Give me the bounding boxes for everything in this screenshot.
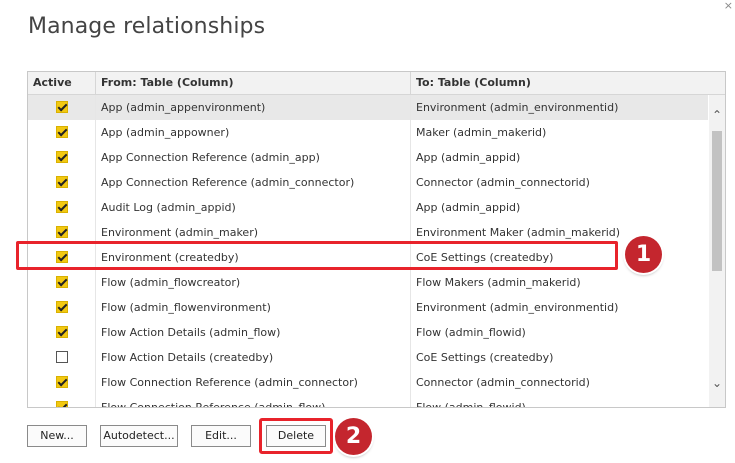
from-cell: Flow Connection Reference (admin_flow) — [96, 395, 411, 407]
table-row[interactable]: Flow (admin_flowenvironment) Environment … — [28, 295, 708, 320]
new-button[interactable]: New... — [27, 425, 87, 447]
from-cell: Flow (admin_flowenvironment) — [96, 295, 411, 320]
from-cell: Flow Action Details (admin_flow) — [96, 320, 411, 345]
from-cell: App (admin_appowner) — [96, 120, 411, 145]
active-cell — [28, 320, 96, 345]
active-cell — [28, 145, 96, 170]
from-cell: Flow Connection Reference (admin_connect… — [96, 370, 411, 395]
step-2-badge: 2 — [335, 418, 372, 455]
delete-highlight-annotation — [259, 418, 333, 454]
column-header-from[interactable]: From: Table (Column) — [96, 72, 411, 94]
active-cell — [28, 120, 96, 145]
to-cell: Connector (admin_connectorid) — [416, 376, 590, 389]
to-cell: Environment (admin_environmentid) — [416, 101, 619, 114]
to-cell: App (admin_appid) — [416, 201, 521, 214]
from-cell: Flow (admin_flowcreator) — [96, 270, 411, 295]
active-cell — [28, 95, 96, 120]
checkbox-checked[interactable] — [56, 201, 68, 213]
table-header: Active From: Table (Column) To: Table (C… — [28, 72, 725, 95]
table-row[interactable]: App (admin_appenvironment) Environment (a… — [28, 95, 708, 120]
table-row[interactable]: App Connection Reference (admin_connecto… — [28, 170, 708, 195]
checkbox-checked[interactable] — [56, 226, 68, 238]
to-cell: Connector (admin_connectorid) — [416, 176, 590, 189]
edit-button[interactable]: Edit... — [191, 425, 251, 447]
table-row[interactable]: App (admin_appowner) Maker (admin_makerid… — [28, 120, 708, 145]
table-row[interactable]: Flow (admin_flowcreator) Flow Makers (adm… — [28, 270, 708, 295]
relationships-table: Active From: Table (Column) To: Table (C… — [27, 71, 726, 408]
column-header-to[interactable]: To: Table (Column) — [411, 72, 708, 94]
active-cell — [28, 395, 96, 407]
table-row[interactable]: Flow Connection Reference (admin_connect… — [28, 370, 708, 395]
active-cell — [28, 270, 96, 295]
to-cell: Maker (admin_makerid) — [416, 126, 547, 139]
to-cell: Flow (admin_flowid) — [416, 401, 526, 408]
autodetect-button[interactable]: Autodetect... — [100, 425, 178, 447]
vertical-scrollbar[interactable]: ⌃ ⌄ — [709, 95, 725, 407]
column-header-active[interactable]: Active — [28, 72, 96, 94]
to-cell: Flow (admin_flowid) — [416, 326, 526, 339]
active-cell — [28, 345, 96, 370]
highlight-row-annotation — [16, 241, 618, 270]
scroll-down-icon[interactable]: ⌄ — [709, 375, 725, 391]
to-cell: App (admin_appid) — [416, 151, 521, 164]
table-row[interactable]: App Connection Reference (admin_app) App … — [28, 145, 708, 170]
scroll-up-icon[interactable]: ⌃ — [709, 107, 725, 123]
table-row[interactable]: Flow Connection Reference (admin_flow) Fl… — [28, 395, 708, 408]
to-cell: Flow Makers (admin_makerid) — [416, 276, 581, 289]
checkbox-checked[interactable] — [56, 301, 68, 313]
checkbox-checked[interactable] — [56, 376, 68, 388]
step-1-badge: 1 — [625, 236, 662, 273]
active-cell — [28, 295, 96, 320]
checkbox-checked[interactable] — [56, 401, 68, 407]
close-icon[interactable]: × — [724, 0, 733, 12]
scrollbar-thumb[interactable] — [712, 131, 722, 271]
from-cell: App (admin_appenvironment) — [96, 95, 411, 120]
table-row[interactable]: Flow Action Details (admin_flow) Flow (ad… — [28, 320, 708, 345]
from-cell: App Connection Reference (admin_connecto… — [96, 170, 411, 195]
checkbox-checked[interactable] — [56, 326, 68, 338]
dialog-title: Manage relationships — [28, 14, 266, 39]
from-cell: Audit Log (admin_appid) — [96, 195, 411, 220]
checkbox-checked[interactable] — [56, 126, 68, 138]
active-cell — [28, 370, 96, 395]
table-row[interactable]: Audit Log (admin_appid) App (admin_appid) — [28, 195, 708, 220]
active-cell — [28, 195, 96, 220]
active-cell — [28, 170, 96, 195]
from-cell: App Connection Reference (admin_app) — [96, 145, 411, 170]
to-cell: CoE Settings (createdby) — [416, 351, 554, 364]
to-cell: Environment (admin_environmentid) — [416, 301, 619, 314]
checkbox-checked[interactable] — [56, 276, 68, 288]
checkbox-unchecked[interactable] — [56, 351, 68, 363]
from-cell: Flow Action Details (createdby) — [96, 345, 411, 370]
checkbox-checked[interactable] — [56, 151, 68, 163]
checkbox-checked[interactable] — [56, 101, 68, 113]
table-row[interactable]: Flow Action Details (createdby) CoE Setti… — [28, 345, 708, 370]
checkbox-checked[interactable] — [56, 176, 68, 188]
